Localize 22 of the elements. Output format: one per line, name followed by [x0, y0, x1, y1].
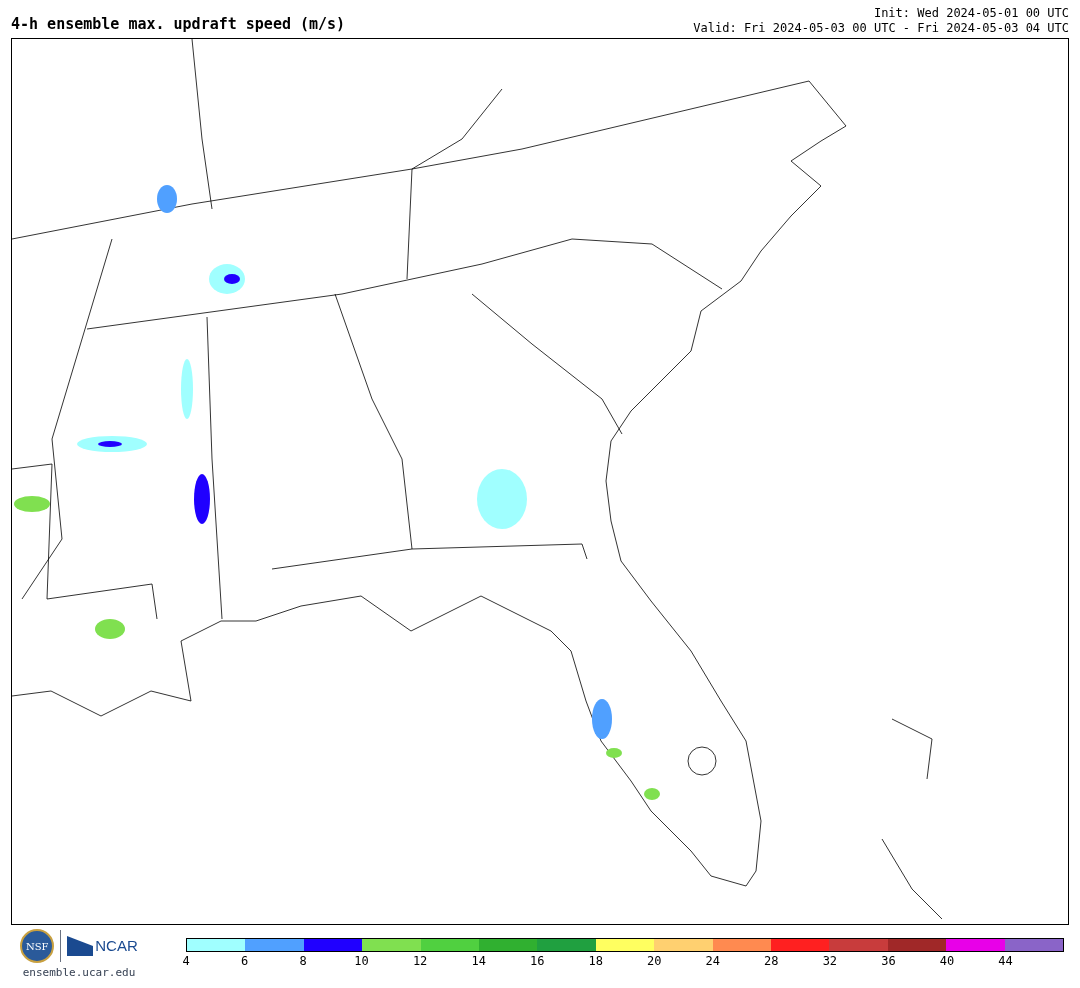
tick-label: 8: [299, 955, 307, 967]
tick-label: 20: [647, 955, 662, 967]
tick-label: 14: [471, 955, 486, 967]
init-time: Init: Wed 2024-05-01 00 UTC: [873, 6, 1069, 21]
wave-logo-icon: [67, 936, 94, 956]
tick-label: 12: [412, 955, 428, 967]
tick-label: 16: [529, 955, 545, 967]
tick-label: 32: [822, 955, 838, 967]
site-url: ensemble.ucar.edu: [22, 965, 136, 981]
ncar-logo: NCAR: [95, 935, 138, 956]
chart-title: 4-h ensemble max. updraft speed (m/s): [11, 17, 346, 32]
nsf-logo: NSF: [20, 929, 55, 963]
tick-label: 36: [881, 955, 896, 967]
tick-label: 44: [998, 955, 1013, 967]
tick-label: 10: [354, 955, 369, 967]
tick-label: 28: [764, 955, 779, 967]
tick-label: 24: [705, 955, 720, 967]
valid-time: Valid: Fri 2024-05-03 00 UTC - Fri 2024-05-03 04 UTC: [693, 21, 1069, 36]
tick-label: 4: [182, 955, 190, 967]
tick-label: 6: [240, 955, 249, 967]
tick-label: 18: [588, 955, 603, 967]
tick-label: 40: [939, 955, 955, 967]
